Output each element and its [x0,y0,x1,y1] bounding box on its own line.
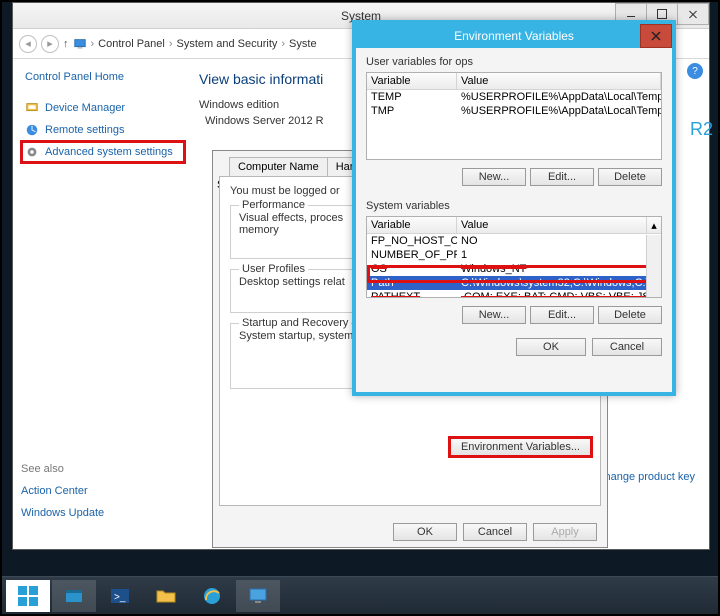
user-vars-list[interactable]: Variable Value TEMP %USERPROFILE%\AppDat… [366,72,662,160]
cancel-button[interactable]: Cancel [463,523,527,541]
server-manager-icon [63,585,85,607]
col-variable[interactable]: Variable [367,217,457,233]
col-value[interactable]: Value [457,217,647,233]
taskbar-powershell[interactable]: >_ [98,580,142,612]
sys-vars-label: System variables [366,200,662,212]
close-button[interactable] [640,24,672,48]
up-icon[interactable]: ↑ [63,38,69,50]
sidebar-item-label: Device Manager [45,102,125,114]
device-icon [25,101,39,115]
see-also-heading: See also [21,463,185,475]
forward-icon[interactable]: ▸ [41,35,59,53]
close-button[interactable] [677,3,709,25]
apply-button[interactable]: Apply [533,523,597,541]
r2-badge: R2 [690,119,713,140]
taskbar-explorer[interactable] [144,580,188,612]
col-variable[interactable]: Variable [367,73,457,89]
left-panel: Control Panel Home Device Manager Remote… [13,59,193,549]
back-icon[interactable]: ◂ [19,35,37,53]
user-delete-button[interactable]: Delete [598,168,662,186]
taskbar-server-manager[interactable] [52,580,96,612]
list-item[interactable]: TEMP %USERPROFILE%\AppData\Local\Temp [367,90,661,104]
start-button[interactable] [6,580,50,612]
env-titlebar[interactable]: Environment Variables [356,24,672,48]
taskbar-ie[interactable] [190,580,234,612]
gear-icon [25,145,39,159]
ok-button[interactable]: OK [393,523,457,541]
sidebar-item-label: Remote settings [45,124,124,136]
taskbar[interactable]: >_ [2,576,718,614]
change-product-key[interactable]: Change product key [597,471,695,483]
computer-icon [73,37,87,51]
see-also-action-center[interactable]: Action Center [21,485,185,497]
sys-edit-button[interactable]: Edit... [530,306,594,324]
scroll-up-icon[interactable]: ▴ [647,217,661,233]
powershell-icon: >_ [109,585,131,607]
env-title-text: Environment Variables [454,29,574,43]
environment-variables-button[interactable]: Environment Variables... [450,438,591,456]
user-new-button[interactable]: New... [462,168,526,186]
list-item[interactable]: PATHEXT .COM;.EXE;.BAT;.CMD;.VBS;.VBE;.J… [367,290,661,298]
list-item-path[interactable]: Path C:\Windows\system32;C:\Windows;C:\W… [367,276,661,290]
ie-icon [201,585,223,607]
system-icon [247,585,269,607]
sys-delete-button[interactable]: Delete [598,306,662,324]
sys-new-button[interactable]: New... [462,306,526,324]
col-value[interactable]: Value [457,73,661,89]
sys-vars-list[interactable]: Variable Value ▴ FP_NO_HOST_CH... NO NUM… [366,216,662,298]
list-item[interactable]: OS Windows_NT [367,262,661,276]
user-edit-button[interactable]: Edit... [530,168,594,186]
environment-variables-dialog: Environment Variables User variables for… [352,20,676,396]
env-ok-button[interactable]: OK [516,338,586,356]
taskbar-system[interactable] [236,580,280,612]
props-footer: OK Cancel Apply [213,523,607,541]
sidebar-item-remote-settings[interactable]: Remote settings [21,119,185,141]
env-cancel-button[interactable]: Cancel [592,338,662,356]
windows-icon [18,586,38,606]
see-also-windows-update[interactable]: Windows Update [21,507,185,519]
sidebar-item-label: Advanced system settings [45,146,173,158]
user-vars-label: User variables for ops [366,56,662,68]
svg-text:>_: >_ [114,592,126,603]
sidebar-item-device-manager[interactable]: Device Manager [21,97,185,119]
remote-icon [25,123,39,137]
sidebar-item-advanced-settings[interactable]: Advanced system settings [21,141,185,163]
list-item[interactable]: NUMBER_OF_PRO... 1 [367,248,661,262]
folder-icon [155,585,177,607]
list-item[interactable]: TMP %USERPROFILE%\AppData\Local\Temp [367,104,661,118]
list-item[interactable]: FP_NO_HOST_CH... NO [367,234,661,248]
control-panel-home[interactable]: Control Panel Home [25,71,181,83]
tab-computer-name[interactable]: Computer Name [229,157,328,176]
